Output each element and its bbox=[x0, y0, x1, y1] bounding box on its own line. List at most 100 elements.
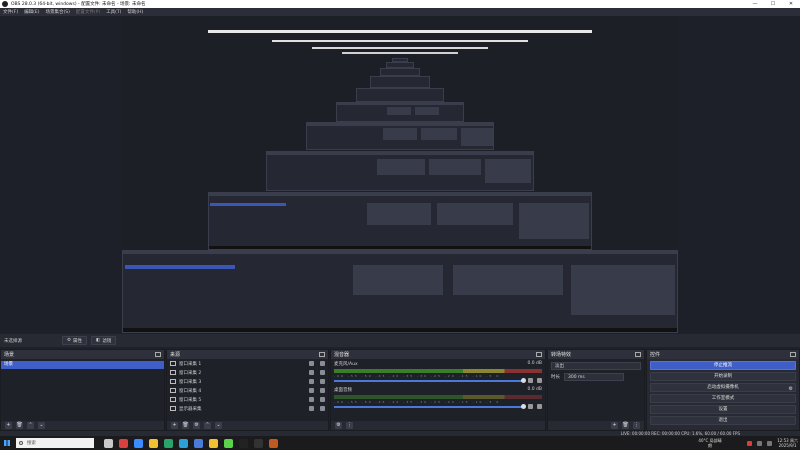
source-properties-button[interactable]: ⚙ bbox=[193, 422, 200, 429]
lock-icon[interactable] bbox=[320, 406, 325, 411]
add-source-button[interactable]: + bbox=[171, 422, 178, 429]
add-transition-button[interactable]: + bbox=[611, 422, 618, 429]
eye-icon[interactable] bbox=[309, 406, 314, 411]
source-item[interactable]: 窗口采集 5 bbox=[167, 395, 328, 404]
taskbar-app-icon[interactable] bbox=[104, 438, 113, 448]
taskbar-app-icon[interactable] bbox=[269, 438, 278, 448]
lock-icon[interactable] bbox=[320, 361, 325, 366]
menu-edit[interactable]: 编辑(E) bbox=[24, 9, 39, 15]
volume-icon[interactable] bbox=[767, 440, 773, 446]
mixer-menu-button[interactable]: ⋮ bbox=[346, 422, 353, 429]
source-item[interactable]: 窗口采集 1 bbox=[167, 359, 328, 368]
lock-icon[interactable] bbox=[320, 397, 325, 402]
undock-icon[interactable] bbox=[790, 352, 796, 357]
clock[interactable]: 12:53 周六 2025/9/1 bbox=[777, 438, 798, 448]
source-item[interactable]: 显示器采集 bbox=[167, 404, 328, 413]
move-down-button[interactable]: ⌄ bbox=[215, 422, 222, 429]
undock-icon[interactable] bbox=[319, 352, 325, 357]
nested-capture-5 bbox=[336, 102, 464, 122]
transition-select[interactable]: 淡出 bbox=[551, 362, 641, 370]
nested-capture-10 bbox=[392, 58, 408, 62]
volume-slider[interactable] bbox=[334, 403, 526, 409]
settings-button[interactable]: 设置 bbox=[650, 405, 796, 414]
move-down-button[interactable]: ⌄ bbox=[38, 422, 45, 429]
stop-streaming-button[interactable]: 停止推流 bbox=[650, 361, 796, 370]
undock-icon[interactable] bbox=[635, 352, 641, 357]
remove-transition-button[interactable]: 🗑 bbox=[622, 422, 629, 429]
eye-icon[interactable] bbox=[309, 397, 314, 402]
volume-slider[interactable] bbox=[334, 377, 526, 383]
scene-item[interactable]: 场景 bbox=[1, 361, 164, 369]
remove-scene-button[interactable]: 🗑 bbox=[16, 422, 23, 429]
kebab-menu-icon[interactable] bbox=[537, 378, 542, 383]
properties-button[interactable]: ⚙ 属性 bbox=[62, 336, 88, 345]
menu-profile[interactable]: 配置文件(P) bbox=[76, 9, 100, 15]
weather-widget[interactable]: 40°C 局部晴朗 bbox=[698, 438, 722, 448]
slider-knob[interactable] bbox=[521, 377, 526, 383]
gear-icon[interactable]: ⚙ bbox=[789, 385, 793, 393]
lock-icon[interactable] bbox=[320, 388, 325, 393]
taskbar-app-icon[interactable] bbox=[254, 438, 263, 448]
menu-file[interactable]: 文件(F) bbox=[3, 9, 18, 15]
taskbar-app-icon[interactable] bbox=[239, 438, 248, 448]
minimize-button[interactable]: — bbox=[746, 1, 764, 7]
taskbar-app-icon[interactable] bbox=[149, 438, 158, 448]
speaker-icon[interactable] bbox=[528, 404, 533, 409]
source-item[interactable]: 窗口采集 4 bbox=[167, 386, 328, 395]
undock-icon[interactable] bbox=[536, 352, 542, 357]
properties-label: 属性 bbox=[73, 338, 83, 344]
add-scene-button[interactable]: + bbox=[5, 422, 12, 429]
lock-icon[interactable] bbox=[320, 379, 325, 384]
maximize-button[interactable]: ☐ bbox=[764, 1, 782, 7]
tray-app-icon[interactable] bbox=[747, 440, 753, 446]
kebab-menu-icon[interactable] bbox=[537, 404, 542, 409]
transitions-title: 转场特效 bbox=[551, 352, 572, 358]
network-icon[interactable] bbox=[757, 440, 763, 446]
window-icon bbox=[170, 388, 176, 393]
move-up-button[interactable]: ⌃ bbox=[27, 422, 34, 429]
eye-icon[interactable] bbox=[309, 379, 314, 384]
filters-button[interactable]: ◧ 滤镜 bbox=[91, 336, 117, 345]
preview-canvas[interactable] bbox=[122, 16, 678, 333]
window-title: OBS 28.0.3 (64-bit, windows) - 配置文件: 未命名… bbox=[11, 2, 146, 7]
menu-scene-collection[interactable]: 场景集合(S) bbox=[45, 9, 69, 15]
taskbar-app-icon[interactable] bbox=[209, 438, 218, 448]
eye-icon[interactable] bbox=[309, 361, 314, 366]
taskbar-app-icon[interactable] bbox=[179, 438, 188, 448]
exit-button[interactable]: 退出 bbox=[650, 416, 796, 425]
studio-mode-button[interactable]: 工作室模式 bbox=[650, 394, 796, 403]
taskbar-app-icon[interactable] bbox=[134, 438, 143, 448]
remove-source-button[interactable]: 🗑 bbox=[182, 422, 189, 429]
taskbar-app-icon[interactable] bbox=[164, 438, 173, 448]
start-recording-button[interactable]: 开始录制 bbox=[650, 372, 796, 381]
taskbar-app-icon[interactable] bbox=[194, 438, 203, 448]
start-button[interactable] bbox=[0, 436, 14, 450]
source-label: 窗口采集 1 bbox=[179, 361, 202, 367]
source-item[interactable]: 窗口采集 2 bbox=[167, 368, 328, 377]
source-item[interactable]: 窗口采集 3 bbox=[167, 377, 328, 386]
window-icon bbox=[170, 397, 176, 402]
menu-bar: 文件(F) 编辑(E) 场景集合(S) 配置文件(P) 工具(T) 帮助(H) bbox=[0, 8, 800, 16]
eye-icon[interactable] bbox=[309, 370, 314, 375]
lock-icon[interactable] bbox=[320, 370, 325, 375]
move-up-button[interactable]: ⌃ bbox=[204, 422, 211, 429]
duration-input[interactable]: 300 ms bbox=[564, 373, 624, 381]
close-button[interactable]: ✕ bbox=[782, 1, 800, 7]
taskbar-app-icon[interactable] bbox=[224, 438, 233, 448]
no-source-selected-label: 未选择源 bbox=[4, 338, 22, 344]
mixer-settings-button[interactable]: ⚙ bbox=[335, 422, 342, 429]
preview-area[interactable] bbox=[0, 16, 800, 333]
menu-tools[interactable]: 工具(T) bbox=[106, 9, 121, 15]
taskbar-app-icon[interactable] bbox=[119, 438, 128, 448]
speaker-icon[interactable] bbox=[528, 378, 533, 383]
transition-menu-button[interactable]: ⋮ bbox=[633, 422, 640, 429]
undock-icon[interactable] bbox=[155, 352, 161, 357]
virtual-camera-button[interactable]: 启动虚拟摄像机 ⚙ bbox=[650, 383, 796, 392]
menu-help[interactable]: 帮助(H) bbox=[127, 9, 143, 15]
source-toolbar: 未选择源 ⚙ 属性 ◧ 滤镜 bbox=[0, 334, 800, 347]
slider-knob[interactable] bbox=[521, 403, 526, 409]
track-name: 桌面音频 bbox=[334, 388, 352, 393]
taskbar-search[interactable]: 搜索 bbox=[16, 438, 94, 448]
eye-icon[interactable] bbox=[309, 388, 314, 393]
filters-label: 滤镜 bbox=[102, 338, 112, 344]
